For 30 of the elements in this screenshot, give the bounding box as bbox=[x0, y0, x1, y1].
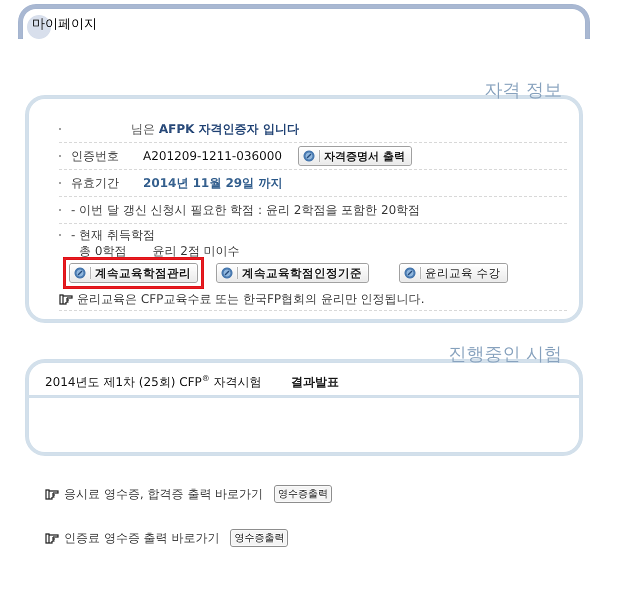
receipt-button[interactable]: 영수증출력 bbox=[274, 485, 332, 503]
page-title: 마이페이지 bbox=[32, 17, 97, 32]
field-value: 2014년 11월 29일 까지 bbox=[143, 174, 282, 192]
exam-name: 2014년도 제1차 (25회) CFP$^{®}$ 자격시험 bbox=[45, 374, 263, 391]
orb-icon bbox=[404, 267, 416, 279]
field-label: 인증번호 bbox=[71, 148, 120, 164]
exam-status: 결과발표 bbox=[291, 374, 339, 391]
action-button[interactable]: 계속교육학점인정기준 bbox=[216, 263, 369, 283]
section-title: 자격 정보 bbox=[484, 81, 562, 101]
orb-icon bbox=[303, 150, 316, 162]
section-title: 진행중인 시험 bbox=[448, 345, 562, 365]
credits-total: 총 0학점 bbox=[79, 244, 126, 258]
ethics-status: 윤리 2점 미이수 bbox=[152, 244, 240, 258]
print-button[interactable]: 자격증명서 출력 bbox=[298, 146, 412, 166]
receipt-button[interactable]: 영수증출력 bbox=[230, 529, 288, 547]
credits-label: - 현재 취득학점 bbox=[71, 226, 155, 244]
field-value: A201209-1211-036000 bbox=[143, 149, 282, 163]
pointing-hand-icon bbox=[59, 294, 73, 304]
action-button[interactable]: 윤리교육 수강 bbox=[399, 263, 508, 283]
pointing-hand-icon bbox=[45, 532, 59, 544]
orb-icon bbox=[221, 267, 233, 279]
link-text: 응시료 영수증, 합격증 출력 바로가기 bbox=[64, 486, 264, 502]
note-text: 윤리교육은 CFP교육수료 또는 한국FP협회의 윤리만 인정됩니다. bbox=[77, 290, 425, 308]
action-button[interactable]: 계속교육학점관리 bbox=[69, 263, 198, 283]
requirement-text: - 이번 달 갱신 신청시 필요한 학점 : 윤리 2학점을 포함한 20학점 bbox=[71, 202, 420, 218]
orb-icon bbox=[74, 267, 86, 279]
field-label: 유효기간 bbox=[71, 174, 120, 192]
link-text: 인증료 영수증 출력 바로가기 bbox=[64, 530, 220, 546]
greeting-text: 님은 AFPK 자격인증자 입니다 bbox=[131, 120, 299, 138]
pointing-hand-icon bbox=[45, 488, 59, 500]
